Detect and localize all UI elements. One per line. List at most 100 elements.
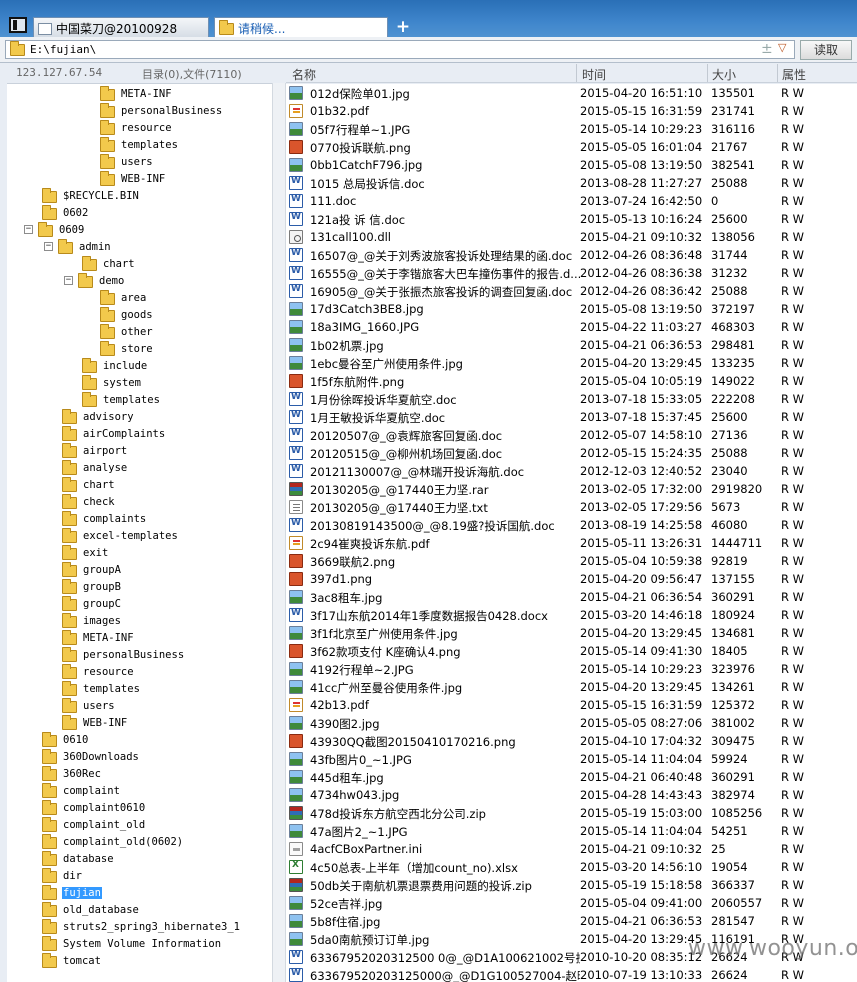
table-row[interactable]: 633679520203125000@_@D1G100527004-赵晓刚...… — [286, 966, 857, 982]
tree-node[interactable]: META-INF — [100, 85, 173, 102]
table-row[interactable]: 3669联航2.png 2015-05-04 10:59:38 92819 R W — [286, 552, 857, 570]
table-row[interactable]: 1b02机票.jpg 2015-04-21 06:36:53 298481 R W — [286, 336, 857, 354]
table-row[interactable]: 1f5f东航附件.png 2015-05-04 10:05:19 149022 R W — [286, 372, 857, 390]
tree-node[interactable]: advisory — [62, 408, 135, 425]
collapse-icon[interactable]: − — [64, 276, 73, 285]
tree-node[interactable]: groupB — [62, 578, 122, 595]
tree-node[interactable]: excel-templates — [62, 527, 179, 544]
chevron-down-icon[interactable]: ▽ — [778, 41, 786, 54]
add-bookmark-icon[interactable]: ± — [761, 41, 773, 57]
window-menu-icon[interactable] — [9, 17, 27, 33]
table-row[interactable]: 4734hw043.jpg 2015-04-28 14:43:43 382974 R … — [286, 786, 857, 804]
tree-node[interactable]: store — [100, 340, 154, 357]
tree-node[interactable]: dir — [42, 867, 83, 884]
tree-node[interactable]: complaint — [42, 782, 121, 799]
tree-node[interactable]: $RECYCLE.BIN — [42, 187, 140, 204]
table-row[interactable]: 16905@_@关于张振杰旅客投诉的调查回复函.doc 2012-04-26 08… — [286, 282, 857, 300]
tree-node[interactable]: templates — [82, 391, 161, 408]
file-list[interactable]: 012d保险单01.jpg 2015-04-20 16:51:10 135501 R … — [286, 84, 857, 982]
tree-node[interactable]: META-INF — [62, 629, 135, 646]
column-divider[interactable] — [707, 64, 708, 82]
table-row[interactable]: 4acfCBoxPartner.ini 2015-04-21 09:10:32 25… — [286, 840, 857, 858]
table-row[interactable]: 1月王敏投诉华夏航空.doc 2013-07-18 15:37:45 25600 R … — [286, 408, 857, 426]
tree-node[interactable]: templates — [100, 136, 179, 153]
tree-node[interactable]: groupC — [62, 595, 122, 612]
table-row[interactable]: 1ebc曼谷至广州使用条件.jpg 2015-04-20 13:29:45 1332… — [286, 354, 857, 372]
tree-node[interactable]: WEB-INF — [62, 714, 128, 731]
tree-node[interactable]: system — [82, 374, 142, 391]
table-row[interactable]: 20121130007@_@林瑞开投诉海航.doc 2012-12-03 12:4… — [286, 462, 857, 480]
table-row[interactable]: 3f17山东航2014年1季度数据报告0428.docx 2015-03-20 1… — [286, 606, 857, 624]
tree-node[interactable]: area — [100, 289, 147, 306]
tree-node[interactable]: exit — [62, 544, 109, 561]
table-row[interactable]: 478d投诉东方航空西北分公司.zip 2015-05-19 15:03:00 10… — [286, 804, 857, 822]
table-row[interactable]: 47a图片2_~1.JPG 2015-05-14 11:04:04 54251 R W — [286, 822, 857, 840]
table-row[interactable]: 41cc广州至曼谷使用条件.jpg 2015-04-20 13:29:45 1342… — [286, 678, 857, 696]
tree-node[interactable]: include — [82, 357, 148, 374]
collapse-icon[interactable]: − — [24, 225, 33, 234]
table-row[interactable]: 111.doc 2013-07-24 16:42:50 0 R W — [286, 192, 857, 210]
table-row[interactable]: 18a3IMG_1660.JPG 2015-04-22 11:03:27 46830… — [286, 318, 857, 336]
tree-node[interactable]: old_database — [42, 901, 140, 918]
table-row[interactable]: 17d3Catch3BE8.jpg 2015-05-08 13:19:50 3721… — [286, 300, 857, 318]
table-row[interactable]: 20130819143500@_@8.19盛?投诉国航.doc 2013-08-1… — [286, 516, 857, 534]
pane-splitter[interactable] — [272, 83, 286, 982]
table-row[interactable]: 52ce吉祥.jpg 2015-05-04 09:41:00 2060557 R W — [286, 894, 857, 912]
table-row[interactable]: 131call100.dll 2015-04-21 09:10:32 138056 R… — [286, 228, 857, 246]
folder-tree[interactable]: META-INF personalBusiness resource template… — [7, 83, 272, 982]
table-row[interactable]: 445d租车.jpg 2015-04-21 06:40:48 360291 R W — [286, 768, 857, 786]
table-row[interactable]: 43930QQ截图20150410170216.png 2015-04-10 17… — [286, 732, 857, 750]
add-tab-button[interactable]: + — [395, 17, 411, 37]
table-row[interactable]: 20120515@_@柳州机场回复函.doc 2012-05-15 15:24:3… — [286, 444, 857, 462]
tree-node[interactable]: analyse — [62, 459, 128, 476]
table-row[interactable]: 4192行程单~2.JPG 2015-05-14 10:29:23 323976 R … — [286, 660, 857, 678]
column-attr[interactable]: 属性 — [782, 66, 806, 83]
table-row[interactable]: 121a投 诉 信.doc 2015-05-13 10:16:24 25600 R W — [286, 210, 857, 228]
table-row[interactable]: 397d1.png 2015-04-20 09:56:47 137155 R W — [286, 570, 857, 588]
tree-node[interactable]: users — [62, 697, 116, 714]
table-row[interactable]: 4390图2.jpg 2015-05-05 08:27:06 381002 R W — [286, 714, 857, 732]
tree-node[interactable]: 0602 — [42, 204, 89, 221]
tree-node[interactable]: database — [42, 850, 115, 867]
table-row[interactable]: 05f7行程单~1.JPG 2015-05-14 10:29:23 316116 R … — [286, 120, 857, 138]
table-row[interactable]: 20120507@_@袁辉旅客回复函.doc 2012-05-07 14:58:1… — [286, 426, 857, 444]
table-row[interactable]: 3f1f北京至广州使用条件.jpg 2015-04-20 13:29:45 1346… — [286, 624, 857, 642]
read-button[interactable]: 读取 — [800, 40, 852, 60]
tree-node[interactable]: System Volume Information — [42, 935, 222, 952]
tree-node[interactable]: templates — [62, 680, 141, 697]
tree-node[interactable]: airComplaints — [62, 425, 166, 442]
table-row[interactable]: 0770投诉联航.png 2015-05-05 16:01:04 21767 R W — [286, 138, 857, 156]
tree-node[interactable]: − 0609 — [24, 221, 85, 238]
tree-node[interactable]: 360Downloads — [42, 748, 140, 765]
table-row[interactable]: 3ac8租车.jpg 2015-04-21 06:36:54 360291 R W — [286, 588, 857, 606]
column-divider[interactable] — [576, 64, 577, 82]
table-row[interactable]: 20130205@_@17440王力坚.rar 2013-02-05 17:32:… — [286, 480, 857, 498]
table-row[interactable]: 43fb图片0_~1.JPG 2015-05-14 11:04:04 59924 R … — [286, 750, 857, 768]
tree-node[interactable]: resource — [62, 663, 135, 680]
tab-loading[interactable]: 请稍候... — [214, 17, 388, 37]
table-row[interactable]: 1月份徐晖投诉华夏航空.doc 2013-07-18 15:33:05 222208… — [286, 390, 857, 408]
table-row[interactable]: 012d保险单01.jpg 2015-04-20 16:51:10 135501 R … — [286, 84, 857, 102]
tree-node[interactable]: tomcat — [42, 952, 102, 969]
table-row[interactable]: 4c50总表-上半年（增加count_no).xlsx 2015-03-20 14… — [286, 858, 857, 876]
tree-node[interactable]: 0610 — [42, 731, 89, 748]
tree-node[interactable]: complaints — [62, 510, 147, 527]
table-row[interactable]: 1015 总局投诉信.doc 2013-08-28 11:27:27 25088 R … — [286, 174, 857, 192]
tree-node[interactable]: users — [100, 153, 154, 170]
tree-node[interactable]: resource — [100, 119, 173, 136]
table-row[interactable]: 5b8f住宿.jpg 2015-04-21 06:36:53 281547 R W — [286, 912, 857, 930]
tree-node[interactable]: − demo — [64, 272, 125, 289]
tree-node[interactable]: other — [100, 323, 154, 340]
tree-node[interactable]: complaint0610 — [42, 799, 146, 816]
tree-node[interactable]: airport — [62, 442, 128, 459]
tree-node[interactable]: − admin — [44, 238, 112, 255]
tree-node[interactable]: check — [62, 493, 116, 510]
table-row[interactable]: 01b32.pdf 2015-05-15 16:31:59 231741 R W — [286, 102, 857, 120]
tab-site[interactable]: 中国菜刀@20100928 — [33, 17, 209, 37]
table-row[interactable]: 16507@_@关于刘秀波旅客投诉处理结果的函.doc 2012-04-26 08… — [286, 246, 857, 264]
collapse-icon[interactable]: − — [44, 242, 53, 251]
table-row[interactable]: 3f62款项支付 K座确认4.png 2015-05-14 09:41:30 184… — [286, 642, 857, 660]
tree-node[interactable]: personalBusiness — [62, 646, 185, 663]
tree-node[interactable]: fujian — [42, 884, 102, 901]
tree-node[interactable]: goods — [100, 306, 154, 323]
